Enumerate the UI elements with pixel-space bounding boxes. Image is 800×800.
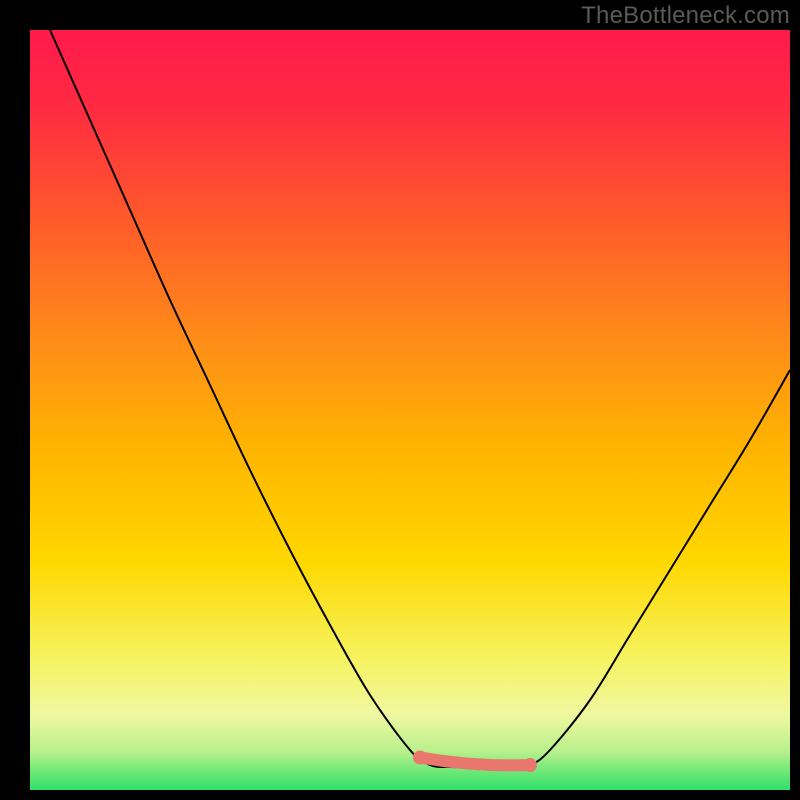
gradient-background <box>30 30 790 790</box>
chart-frame: TheBottleneck.com <box>0 0 800 800</box>
plot-area <box>30 30 790 790</box>
bottleneck-plot <box>30 30 790 790</box>
watermark-text: TheBottleneck.com <box>581 2 790 30</box>
